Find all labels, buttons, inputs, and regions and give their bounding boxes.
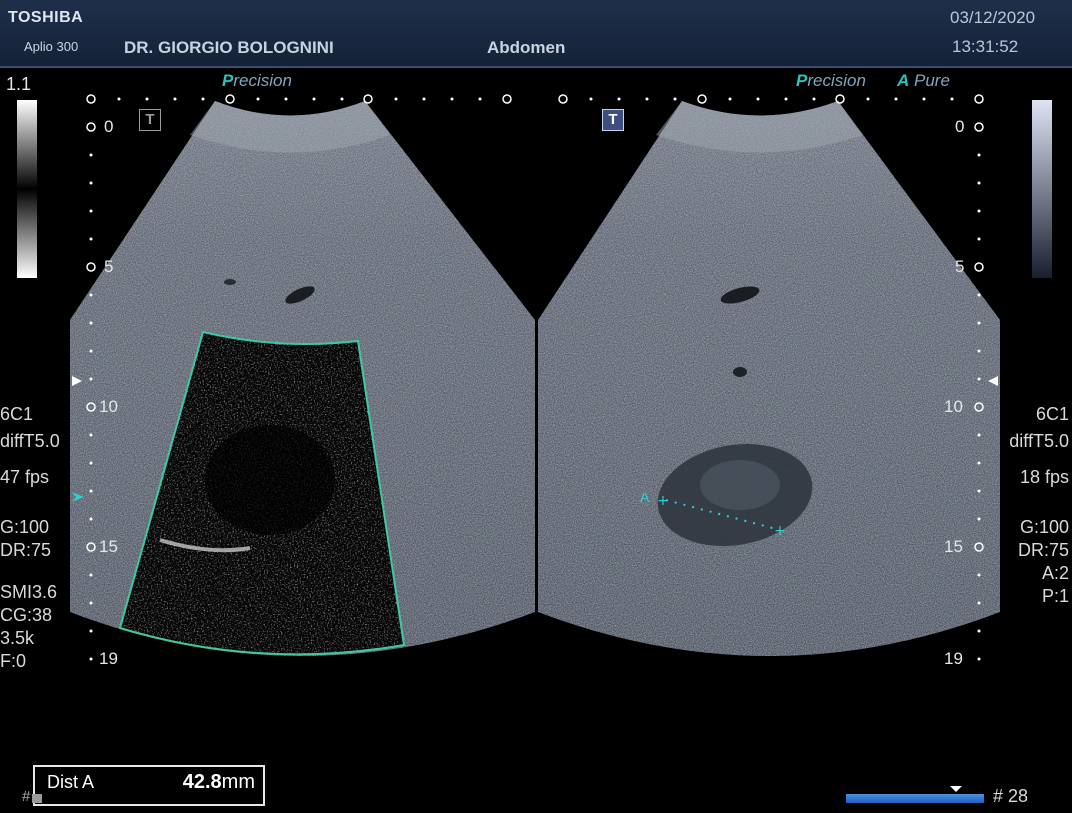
left-param-diff: diffT5.0 xyxy=(0,431,60,451)
left-param-dr: DR:75 xyxy=(0,540,52,560)
left-param-prf: 3.5k xyxy=(0,628,35,648)
right-depth-15: 15 xyxy=(944,537,963,556)
frame-marker xyxy=(950,786,962,792)
left-image-select-button[interactable]: T xyxy=(139,109,161,131)
right-param-a: A:2 xyxy=(1041,563,1069,583)
right-param-probe: 6C1 xyxy=(1035,404,1069,424)
right-grayscale-bar xyxy=(1032,100,1052,278)
left-grayscale-bar xyxy=(17,100,37,278)
right-sector-image: + + xyxy=(538,101,1000,656)
gray-scale-value: 1.1 xyxy=(6,74,32,94)
cine-frame-bar[interactable] xyxy=(846,794,984,803)
cursor-hash-icon: # xyxy=(22,788,31,805)
left-depth-15: 15 xyxy=(99,537,118,556)
left-precision-label: Precision xyxy=(222,71,292,90)
right-depth-0: 0 xyxy=(955,117,965,136)
right-param-p: P:1 xyxy=(1041,586,1069,606)
left-sector-image xyxy=(70,101,535,656)
apure-label: A Pure xyxy=(897,71,950,90)
right-param-fps: 18 fps xyxy=(1019,467,1069,487)
right-depth-19: 19 xyxy=(944,649,963,668)
right-param-gain: G:100 xyxy=(1019,517,1069,537)
right-precision-label: Precision xyxy=(796,71,866,90)
svg-text:+: + xyxy=(657,493,669,509)
cursor-square-icon xyxy=(32,794,42,803)
right-param-dr: DR:75 xyxy=(1017,540,1069,560)
left-param-cg: CG:38 xyxy=(0,605,53,625)
measurement-value: 42.8mm xyxy=(182,771,255,793)
left-depth-10: 10 xyxy=(99,397,118,416)
svg-text:+: + xyxy=(774,523,786,539)
left-param-fps: 47 fps xyxy=(0,467,50,487)
right-depth-10: 10 xyxy=(944,397,963,416)
left-param-gain: G:100 xyxy=(0,517,50,537)
measurement-label: Dist A xyxy=(47,772,95,792)
left-depth-5: 5 xyxy=(104,257,114,276)
left-depth-19: 19 xyxy=(99,649,118,668)
right-depth-5: 5 xyxy=(955,257,965,276)
right-param-diff: diffT5.0 xyxy=(1009,431,1069,451)
left-param-filter: F:0 xyxy=(0,651,27,671)
left-param-smi: SMI3.6 xyxy=(0,582,58,602)
caliper-label: A xyxy=(640,489,650,505)
left-param-probe: 6C1 xyxy=(0,404,34,424)
top-lateral-scale xyxy=(86,94,984,104)
frame-number: # 28 xyxy=(993,786,1029,806)
measurement-box: Dist A 42.8mm xyxy=(33,765,265,806)
left-depth-0: 0 xyxy=(104,117,114,136)
right-image-select-button[interactable]: T xyxy=(602,109,624,131)
